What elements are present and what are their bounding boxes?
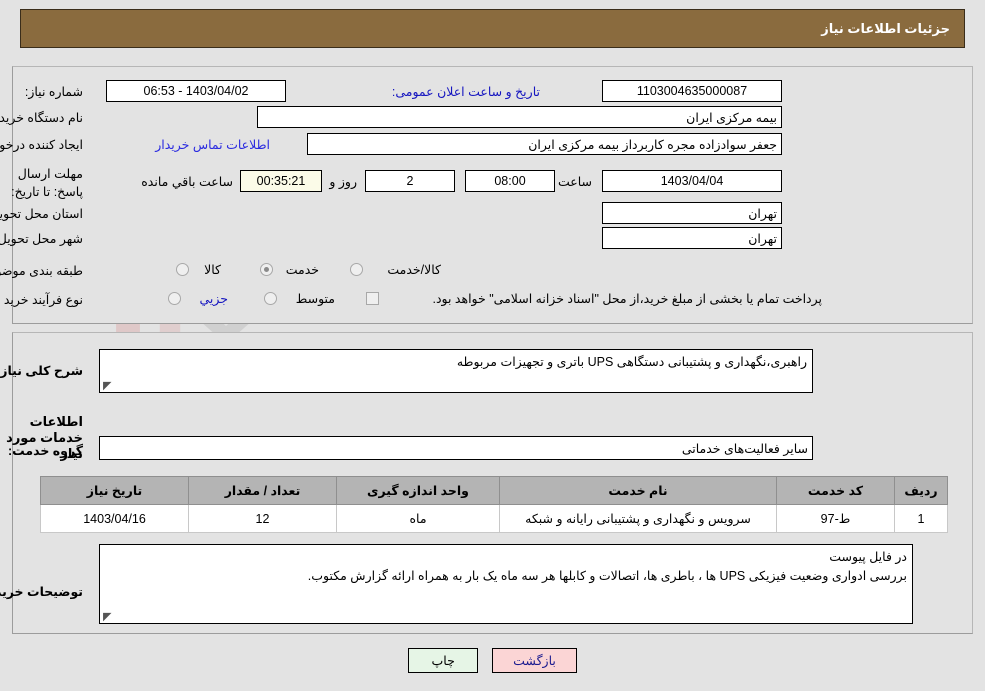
- resize-grip-icon[interactable]: ◥: [103, 611, 113, 623]
- buyer-notes-textarea[interactable]: در فایل پیوست بررسی ادواری وضعیت فیزیکی …: [99, 544, 913, 624]
- buyer-org-label: نام دستگاه خریدار:: [0, 111, 83, 125]
- category-label-kala-khedmat: کالا/خدمت: [387, 263, 441, 277]
- table-header-row: ردیف کد خدمت نام خدمت واحد اندازه گیری ت…: [40, 476, 948, 505]
- process-radio-jozei[interactable]: [168, 292, 181, 305]
- service-group-field: سایر فعالیت‌های خدماتی: [99, 436, 813, 460]
- category-label: طبقه بندی موضوعی:: [0, 264, 83, 278]
- buyer-org-field: بیمه مرکزی ایران: [257, 106, 782, 128]
- buyer-contact-link[interactable]: اطلاعات تماس خریدار: [155, 137, 270, 152]
- need-number-label: شماره نیاز:: [24, 85, 83, 99]
- countdown-field: 00:35:21: [240, 170, 322, 192]
- deadline-hour-field: 08:00: [465, 170, 555, 192]
- deadline-hour-label: ساعت: [557, 175, 592, 189]
- remaining-days-field: 2: [365, 170, 455, 192]
- city-label: شهر محل تحویل:: [0, 232, 83, 246]
- countdown-label: ساعت باقي مانده: [141, 175, 233, 189]
- deadline-date-field: 1403/04/04: [602, 170, 782, 192]
- col-unit: واحد اندازه گیری: [336, 476, 500, 505]
- col-need-date: تاریخ نیاز: [40, 476, 189, 505]
- category-radio-kala-khedmat[interactable]: [350, 263, 363, 276]
- services-table: ردیف کد خدمت نام خدمت واحد اندازه گیری ت…: [40, 476, 948, 533]
- process-radio-motavaset[interactable]: [264, 292, 277, 305]
- process-label: نوع فرآیند خرید :: [0, 293, 83, 307]
- public-announce-label: تاریخ و ساعت اعلان عمومی:: [391, 85, 540, 99]
- back-button[interactable]: بازگشت: [492, 648, 577, 673]
- treasury-documents-label: پرداخت تمام یا بخشی از مبلغ خرید،از محل …: [432, 292, 822, 306]
- col-radif: ردیف: [894, 476, 948, 505]
- creator-field: جعفر سوادزاده مجره کاربرداز بیمه مرکزی ا…: [307, 133, 782, 155]
- remaining-days-label: روز و: [329, 175, 357, 189]
- resize-grip-icon[interactable]: ◥: [103, 380, 113, 392]
- col-code: کد خدمت: [776, 476, 895, 505]
- creator-label: ایجاد کننده درخواست:: [0, 138, 83, 152]
- page-header-banner: جزئیات اطلاعات نیاز: [20, 9, 965, 48]
- footer-button-row: بازگشت چاپ: [0, 648, 985, 673]
- cell-name: سرویس و نگهداری و پشتیبانی رایانه و شبکه: [499, 504, 777, 533]
- category-radio-kala[interactable]: [176, 263, 189, 276]
- cell-radif: 1: [894, 504, 948, 533]
- cell-code: ط-97: [776, 504, 895, 533]
- col-name: نام خدمت: [499, 476, 777, 505]
- province-field: تهران: [602, 202, 782, 224]
- process-label-jozei: جزیي: [199, 292, 228, 306]
- services-table-wrapper: ردیف کد خدمت نام خدمت واحد اندازه گیری ت…: [40, 476, 948, 533]
- service-group-label: گروه خدمت:: [7, 444, 83, 458]
- treasury-documents-checkbox[interactable]: [366, 292, 379, 305]
- cell-quantity: 12: [188, 504, 337, 533]
- print-button[interactable]: چاپ: [408, 648, 479, 673]
- page-title: جزئیات اطلاعات نیاز: [821, 20, 950, 36]
- table-row: 1 ط-97 سرویس و نگهداری و پشتیبانی رایانه…: [40, 504, 948, 533]
- category-radio-khedmat[interactable]: [260, 263, 273, 276]
- province-label: استان محل تحویل:: [0, 207, 83, 221]
- page-root: AnaTender.net جزئیات اطلاعات نیاز شماره …: [0, 0, 985, 691]
- buyer-notes-label: توضیحات خریدار:: [0, 585, 83, 599]
- overall-need-textarea[interactable]: راهبری،نگهداری و پشتیبانی دستگاهی UPS با…: [99, 349, 813, 393]
- category-label-khedmat: خدمت: [285, 263, 319, 277]
- cell-need-date: 1403/04/16: [40, 504, 189, 533]
- need-summary-panel: [12, 66, 973, 324]
- public-announce-field: 1403/04/02 - 06:53: [106, 80, 286, 102]
- buyer-notes-line-1: در فایل پیوست: [829, 550, 907, 564]
- overall-need-label: شرح کلی نیاز:: [0, 364, 83, 378]
- need-number-field: 1103004635000087: [602, 80, 782, 102]
- category-label-kala: کالا: [204, 263, 221, 277]
- city-field: تهران: [602, 227, 782, 249]
- cell-unit: ماه: [336, 504, 500, 533]
- buyer-notes-line-2: بررسی ادواری وضعیت فیزیکی UPS ها ، باطری…: [307, 569, 907, 584]
- overall-need-text: راهبری،نگهداری و پشتیبانی دستگاهی UPS با…: [456, 355, 807, 369]
- col-quantity: تعداد / مقدار: [188, 476, 337, 505]
- process-label-motavaset: متوسط: [295, 292, 335, 306]
- deadline-label: مهلت ارسال پاسخ: تا تاریخ:: [11, 167, 83, 200]
